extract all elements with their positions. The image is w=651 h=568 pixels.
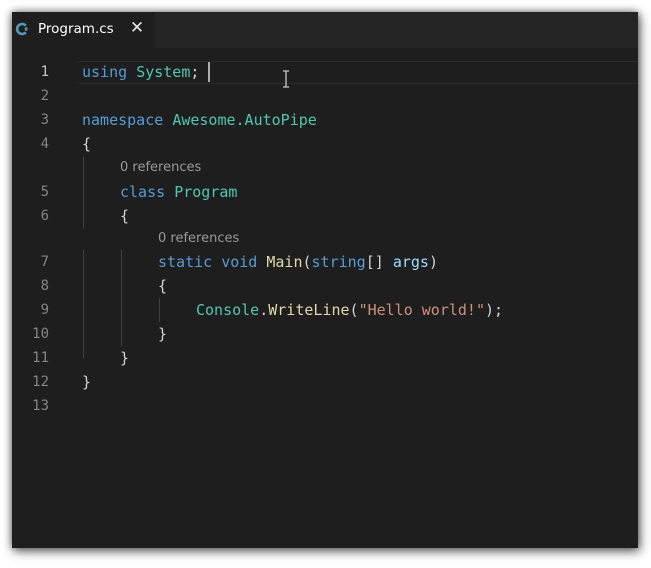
punctuation: ;: [190, 63, 200, 81]
code-line-12: }: [82, 370, 91, 394]
punctuation: (: [302, 253, 312, 271]
codelens-class-references[interactable]: 0 references: [120, 159, 201, 177]
indent-guide: [159, 298, 160, 322]
code-line-7: static void Main(string[] args): [158, 250, 438, 274]
line-number: 1: [40, 64, 49, 80]
parameter-name: args: [392, 253, 429, 271]
punctuation: );: [485, 301, 504, 319]
tab-label: Program.cs: [38, 21, 114, 37]
punctuation: .: [259, 301, 269, 319]
code-line-3: namespace Awesome.AutoPipe: [82, 108, 317, 132]
namespace-name: Awesome.AutoPipe: [172, 111, 317, 129]
brace: {: [158, 277, 168, 295]
punctuation: ): [428, 253, 438, 271]
keyword: namespace: [82, 111, 164, 129]
method-name: Main: [266, 253, 303, 271]
indent-guide: [83, 157, 84, 229]
line-number: 12: [32, 374, 49, 390]
line-number: 3: [40, 112, 49, 128]
string-literal: "Hello world!": [358, 301, 485, 319]
keyword: class: [120, 183, 166, 201]
text-cursor: [208, 62, 210, 82]
keyword: string: [311, 253, 366, 271]
class-name: Program: [174, 183, 238, 201]
indent-guide: [83, 250, 84, 358]
tab-program-cs[interactable]: Program.cs ✕: [12, 12, 155, 48]
code-line-11: }: [120, 346, 129, 370]
line-number: 10: [32, 326, 49, 342]
line-number: 2: [40, 88, 49, 104]
line-number-gutter: 1 2 3 4 5 6 7 8 9 10 11 12 13: [12, 48, 62, 548]
brace: }: [82, 373, 92, 391]
brace: {: [120, 207, 130, 225]
line-number: 9: [40, 302, 49, 318]
line-number: 6: [40, 208, 49, 224]
namespace-name: System: [136, 63, 191, 81]
code-line-4: {: [82, 132, 91, 156]
indent-guide: [121, 250, 122, 346]
keyword: using: [82, 63, 128, 81]
punctuation: []: [365, 253, 384, 271]
line-number: 11: [32, 350, 49, 366]
method-name: WriteLine: [268, 301, 350, 319]
code-line-6: {: [120, 204, 129, 228]
brace: }: [158, 325, 168, 343]
codelens-method-references[interactable]: 0 references: [158, 230, 239, 248]
line-number: 7: [40, 254, 49, 270]
code-line-1: using System;: [82, 60, 199, 84]
ibeam-cursor-icon: [283, 70, 289, 88]
code-line-9: Console.WriteLine("Hello world!");: [196, 298, 503, 322]
code-line-8: {: [158, 274, 167, 298]
brace: {: [82, 135, 92, 153]
csharp-file-icon: [15, 22, 28, 36]
line-number: 4: [40, 136, 49, 152]
line-number: 13: [32, 398, 49, 414]
code-line-5: class Program: [120, 180, 237, 204]
class-name: Console: [196, 301, 260, 319]
line-number: 5: [40, 184, 49, 200]
keyword: void: [221, 253, 258, 271]
code-editor[interactable]: 1 2 3 4 5 6 7 8 9 10 11 12 13 using Syst…: [12, 48, 638, 548]
editor-window: Program.cs ✕ 1 2 3 4 5 6 7 8 9 10 11 12 …: [12, 12, 638, 548]
line-number: 8: [40, 278, 49, 294]
brace: }: [120, 349, 130, 367]
punctuation: (: [349, 301, 359, 319]
tab-bar: Program.cs ✕: [12, 12, 638, 48]
keyword: static: [158, 253, 213, 271]
code-line-10: }: [158, 322, 167, 346]
close-icon[interactable]: ✕: [128, 17, 146, 39]
